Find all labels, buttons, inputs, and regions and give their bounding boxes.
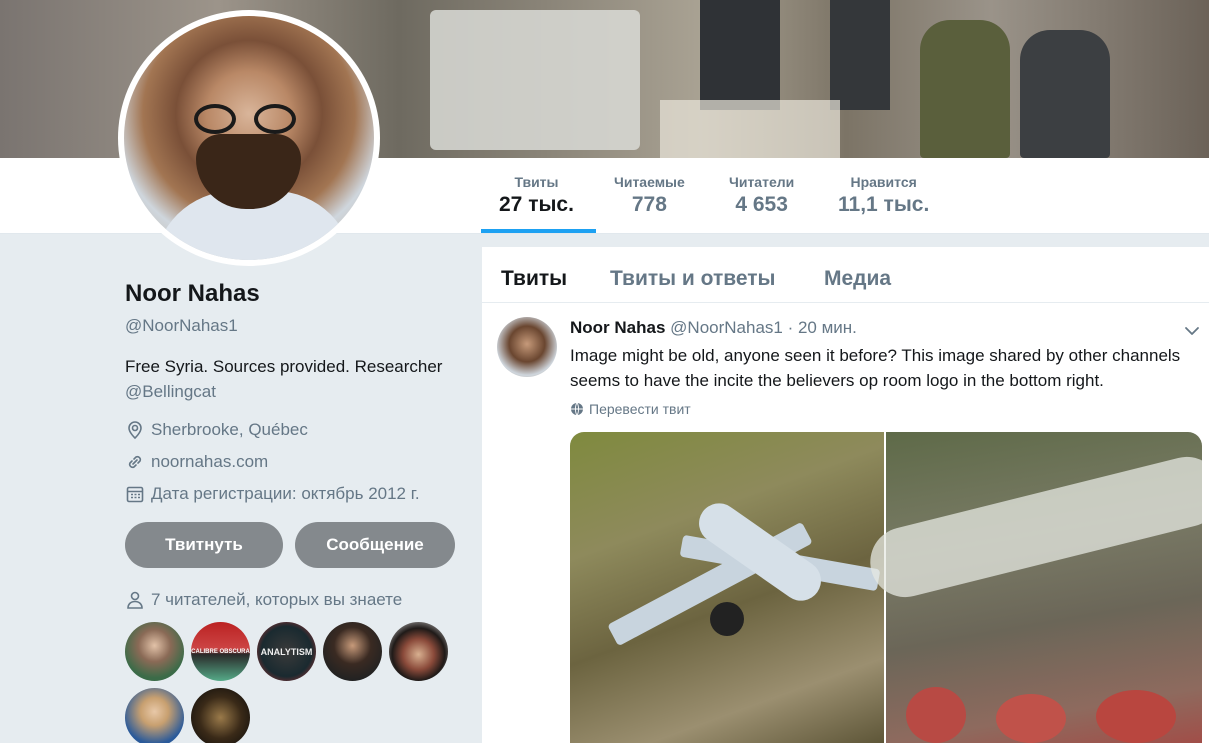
calendar-icon — [126, 486, 144, 503]
tweet-media[interactable] — [570, 432, 1202, 743]
tab-tweets-replies[interactable]: Твиты и ответы — [610, 267, 776, 291]
follower-avatar[interactable] — [125, 622, 184, 681]
active-stat-indicator — [481, 229, 596, 233]
link-icon — [128, 455, 142, 469]
profile-actions: Твитнуть Сообщение — [125, 522, 465, 568]
media-image-drone[interactable] — [570, 432, 884, 743]
website-link[interactable]: noornahas.com — [151, 452, 268, 472]
tweet-time[interactable]: · 20 мин. — [788, 318, 857, 337]
tweet-to-button[interactable]: Твитнуть — [125, 522, 283, 568]
followers-you-know-text: 7 читателей, которых вы знаете — [151, 590, 403, 609]
globe-icon — [571, 402, 583, 416]
bio-text: Free Syria. Sources provided. Researcher — [125, 357, 443, 376]
stat-tweets-value: 27 тыс. — [499, 193, 574, 216]
bio-mention-link[interactable]: @Bellingcat — [125, 379, 465, 404]
follower-avatar[interactable] — [125, 688, 184, 743]
stat-following[interactable]: Читаемые 778 — [614, 174, 685, 217]
stat-likes[interactable]: Нравится 11,1 тыс. — [838, 174, 929, 217]
tweet-author-name[interactable]: Noor Nahas — [570, 318, 665, 337]
profile-name[interactable]: Noor Nahas — [125, 280, 465, 308]
known-followers-avatars: CALIBRE OBSCURA ANALYTISM — [125, 622, 455, 743]
location-pin-icon — [128, 421, 142, 440]
stat-tweets-label: Твиты — [514, 174, 559, 190]
timeline: Твиты Твиты и ответы Медиа Noor Nahas @N… — [482, 247, 1209, 743]
tweet-author-avatar[interactable] — [497, 317, 557, 377]
profile-handle: @NoorNahas1 — [125, 316, 238, 335]
stat-following-label: Читаемые — [614, 174, 685, 190]
profile-card: Noor Nahas @NoorNahas1 Free Syria. Sourc… — [125, 280, 465, 743]
stat-followers[interactable]: Читатели 4 653 — [729, 174, 794, 217]
tab-tweets[interactable]: Твиты — [501, 267, 567, 291]
follower-avatar[interactable] — [191, 688, 250, 743]
stat-tweets[interactable]: Твиты 27 тыс. — [499, 174, 574, 217]
follower-avatar-logo: CALIBRE OBSCURA — [191, 648, 250, 655]
stat-followers-label: Читатели — [729, 174, 795, 190]
profile-avatar[interactable] — [118, 10, 380, 266]
tweet-header: Noor Nahas @NoorNahas1 · 20 мин. — [570, 318, 857, 338]
follower-avatar[interactable] — [389, 622, 448, 681]
person-icon — [127, 591, 143, 609]
translate-label: Перевести твит — [589, 401, 691, 417]
tweet-text: Image might be old, anyone seen it befor… — [570, 346, 1181, 390]
message-button[interactable]: Сообщение — [295, 522, 455, 568]
follower-avatar[interactable] — [323, 622, 382, 681]
profile-bio: Free Syria. Sources provided. Researcher… — [125, 354, 465, 404]
stat-likes-value: 11,1 тыс. — [838, 193, 930, 216]
joined-text: Дата регистрации: октябрь 2012 г. — [151, 484, 420, 503]
follower-avatar[interactable]: CALIBRE OBSCURA — [191, 622, 250, 681]
profile-joined: Дата регистрации: октябрь 2012 г. — [125, 484, 465, 504]
profile-location: Sherbrooke, Québec — [125, 420, 465, 440]
stat-followers-value: 4 653 — [735, 193, 788, 216]
chevron-down-icon[interactable] — [1182, 321, 1202, 341]
location-text: Sherbrooke, Québec — [151, 420, 308, 439]
stat-likes-label: Нравится — [850, 174, 917, 190]
follower-avatar[interactable]: ANALYTISM — [257, 622, 316, 681]
profile-website[interactable]: noornahas.com — [125, 452, 465, 472]
timeline-tabs: Твиты Твиты и ответы Медиа — [482, 247, 1209, 303]
stat-following-value: 778 — [631, 193, 667, 216]
media-image-closeup[interactable] — [862, 432, 1202, 743]
followers-you-know[interactable]: 7 читателей, которых вы знаете — [125, 590, 465, 610]
follower-avatar-logo: ANALYTISM — [260, 646, 313, 657]
translate-tweet-link[interactable]: Перевести твит — [570, 401, 691, 417]
tweet-author-handle[interactable]: @NoorNahas1 — [670, 318, 783, 337]
tab-media[interactable]: Медиа — [824, 267, 891, 291]
